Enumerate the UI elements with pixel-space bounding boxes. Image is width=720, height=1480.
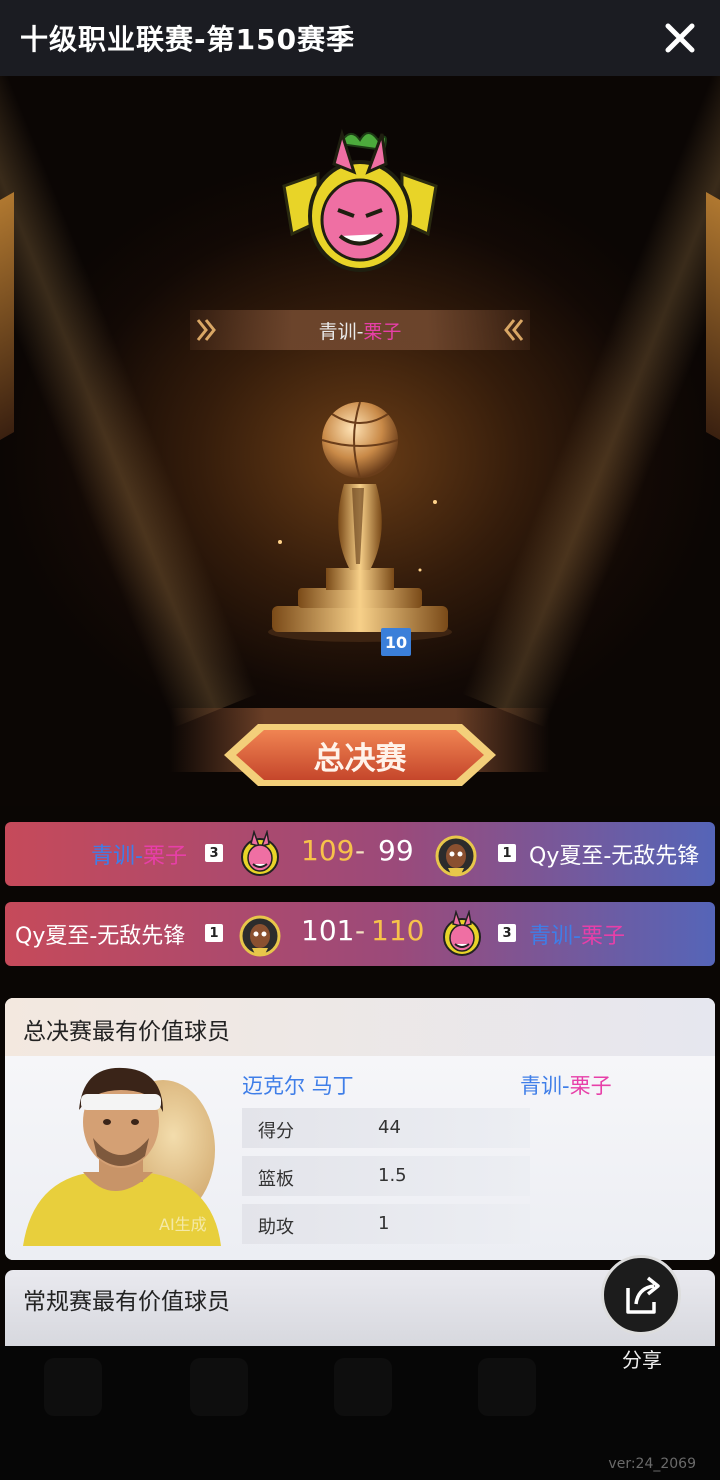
faded-avatar — [44, 1358, 102, 1416]
home-score: 109 — [301, 834, 355, 867]
away-team-prefix: 青训- — [529, 924, 581, 949]
champion-team-prefix: 青训- — [318, 320, 364, 343]
close-icon[interactable] — [662, 20, 698, 56]
faded-avatar — [334, 1358, 392, 1416]
team-logo-icon — [435, 835, 477, 877]
light-beam-right — [462, 76, 720, 728]
away-score: 110 — [371, 914, 425, 947]
trophy-icon — [268, 401, 452, 642]
top-bar: 十级职业联赛-第150赛季 — [0, 0, 720, 76]
stat-value: 1.5 — [378, 1165, 407, 1186]
champion-team-banner: 青训- 栗子 — [190, 310, 530, 350]
away-team-name: Qy夏至-无敌先锋 — [529, 844, 700, 869]
home-seed-badge: 3 — [205, 844, 223, 862]
match-row[interactable]: 青训-栗子 3 109 - 99 1 Qy夏至-无敌先锋 — [5, 822, 715, 886]
faded-avatar — [190, 1358, 248, 1416]
away-team-suffix: 栗子 — [580, 924, 625, 949]
stat-label: 得分 — [258, 1121, 294, 1142]
team-logo-icon — [239, 915, 281, 957]
mvp-team-prefix: 青训- — [520, 1074, 570, 1098]
regular-mvp-heading: 常规赛最有价值球员 — [23, 1289, 230, 1315]
team-logo — [282, 128, 438, 272]
away-team-name: 青训-栗子 — [529, 918, 625, 950]
ai-watermark: AI生成 — [159, 1215, 207, 1234]
share-button[interactable] — [601, 1255, 681, 1335]
finals-mvp-header: 总决赛最有价值球员 — [5, 998, 715, 1056]
chevron-left-icon — [504, 319, 524, 341]
stat-value: 44 — [378, 1117, 401, 1138]
version-label: ver:24_2069 — [608, 1456, 696, 1472]
faded-avatar — [478, 1358, 536, 1416]
finals-mvp-heading: 总决赛最有价值球员 — [23, 1019, 230, 1045]
home-team-suffix: 栗子 — [142, 844, 187, 869]
away-score: 99 — [378, 834, 414, 867]
home-team-name: Qy夏至-无敌先锋 — [15, 924, 186, 949]
score-separator: - — [355, 834, 366, 867]
champion-team-name: 栗子 — [363, 320, 402, 343]
finals-stage-label: 总决赛 — [313, 740, 407, 777]
team-logo-icon — [241, 830, 279, 876]
stat-row-assists: 助攻 1 — [242, 1204, 530, 1244]
home-team-prefix: 青训- — [91, 844, 143, 869]
home-seed-badge: 1 — [205, 924, 223, 942]
stat-value: 1 — [378, 1213, 390, 1234]
away-seed-badge: 1 — [498, 844, 516, 862]
share-label: 分享 — [622, 1348, 662, 1372]
stat-row-rebounds: 篮板 1.5 — [242, 1156, 530, 1196]
player-avatar[interactable]: AI生成 — [13, 1060, 231, 1246]
chevron-right-icon — [196, 319, 216, 341]
away-seed-badge: 3 — [498, 924, 516, 942]
mvp-team-name[interactable]: 青训-栗子 — [520, 1070, 612, 1100]
champion-hero: 青训- 栗子 10 — [0, 76, 720, 806]
match-row[interactable]: Qy夏至-无敌先锋 1 101 - 110 3 青训-栗子 — [5, 902, 715, 966]
home-team-name: 青训-栗子 — [91, 838, 187, 870]
page-title: 十级职业联赛-第150赛季 — [20, 23, 356, 56]
share-icon — [626, 1276, 660, 1314]
team-logo-icon — [443, 910, 481, 956]
gold-edge-left — [0, 191, 14, 441]
stat-row-points: 得分 44 — [242, 1108, 530, 1148]
score-separator: - — [355, 914, 366, 947]
mvp-team-suffix: 栗子 — [569, 1074, 612, 1098]
mvp-player-name[interactable]: 迈克尔 马丁 — [242, 1070, 354, 1100]
level-badge: 10 — [381, 628, 411, 656]
stat-label: 篮板 — [258, 1169, 294, 1190]
gold-edge-right — [706, 191, 720, 441]
finals-stage-button[interactable]: 总决赛 — [222, 722, 498, 788]
stat-label: 助攻 — [258, 1217, 294, 1238]
home-score: 101 — [301, 914, 355, 947]
light-beam-left — [0, 76, 258, 728]
